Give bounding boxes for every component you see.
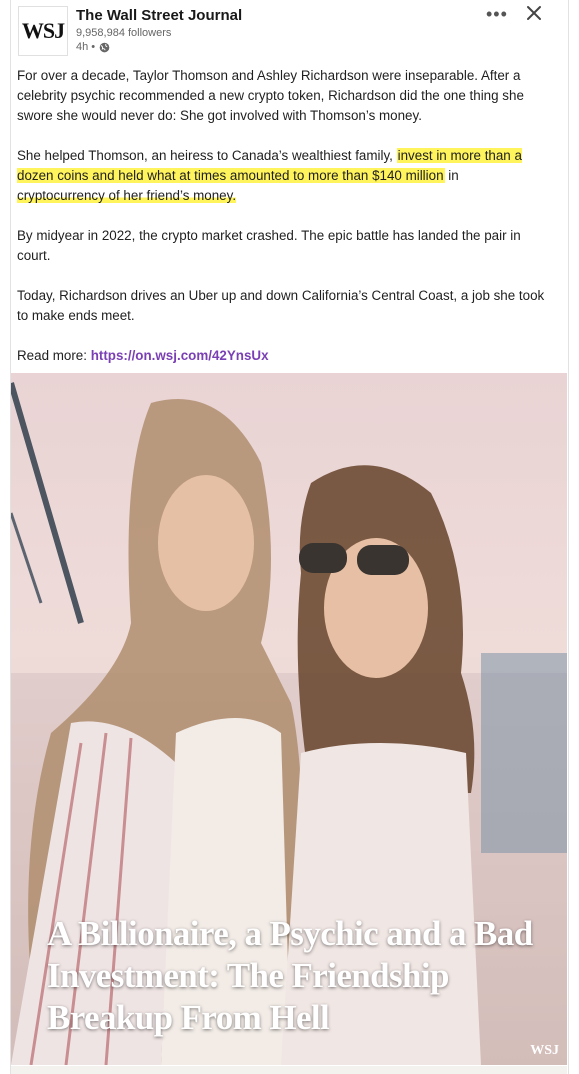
divider — [11, 1066, 567, 1074]
post-paragraph-1: For over a decade, Taylor Thomson and As… — [17, 68, 524, 123]
read-more-line: Read more: https://on.wsj.com/42YnsUx — [17, 346, 547, 366]
company-logo[interactable]: WSJ — [18, 6, 68, 56]
globe-icon — [99, 42, 110, 52]
p2-text-mid: in — [444, 168, 459, 183]
follower-count: 9,958,984 followers — [76, 27, 172, 39]
post-paragraph-3: By midyear in 2022, the crypto market cr… — [17, 228, 521, 263]
post-body: For over a decade, Taylor Thomson and As… — [17, 66, 547, 386]
p2-text-before: She helped Thomson, an heiress to Canada… — [17, 148, 397, 163]
image-headline: A Billionaire, a Psychic and a Bad Inves… — [47, 914, 533, 1037]
wsj-watermark: WSJ — [530, 1043, 559, 1058]
post-time: 4h • — [76, 41, 96, 53]
post-timestamp: 4h • — [76, 41, 110, 53]
article-image[interactable]: A Billionaire, a Psychic and a Bad Inves… — [11, 373, 567, 1065]
p2-underline: cryptocurrency of her friend’s money. — [17, 188, 237, 203]
read-more-label: Read more: — [17, 348, 91, 363]
more-options-button[interactable]: ••• — [486, 4, 508, 25]
post-paragraph-2: She helped Thomson, an heiress to Canada… — [17, 146, 547, 206]
company-name[interactable]: The Wall Street Journal — [76, 7, 242, 24]
more-icon[interactable]: ••• — [486, 4, 508, 24]
article-link[interactable]: https://on.wsj.com/42YnsUx — [91, 348, 269, 363]
post-paragraph-4: Today, Richardson drives an Uber up and … — [17, 288, 545, 323]
close-icon[interactable] — [524, 3, 544, 23]
